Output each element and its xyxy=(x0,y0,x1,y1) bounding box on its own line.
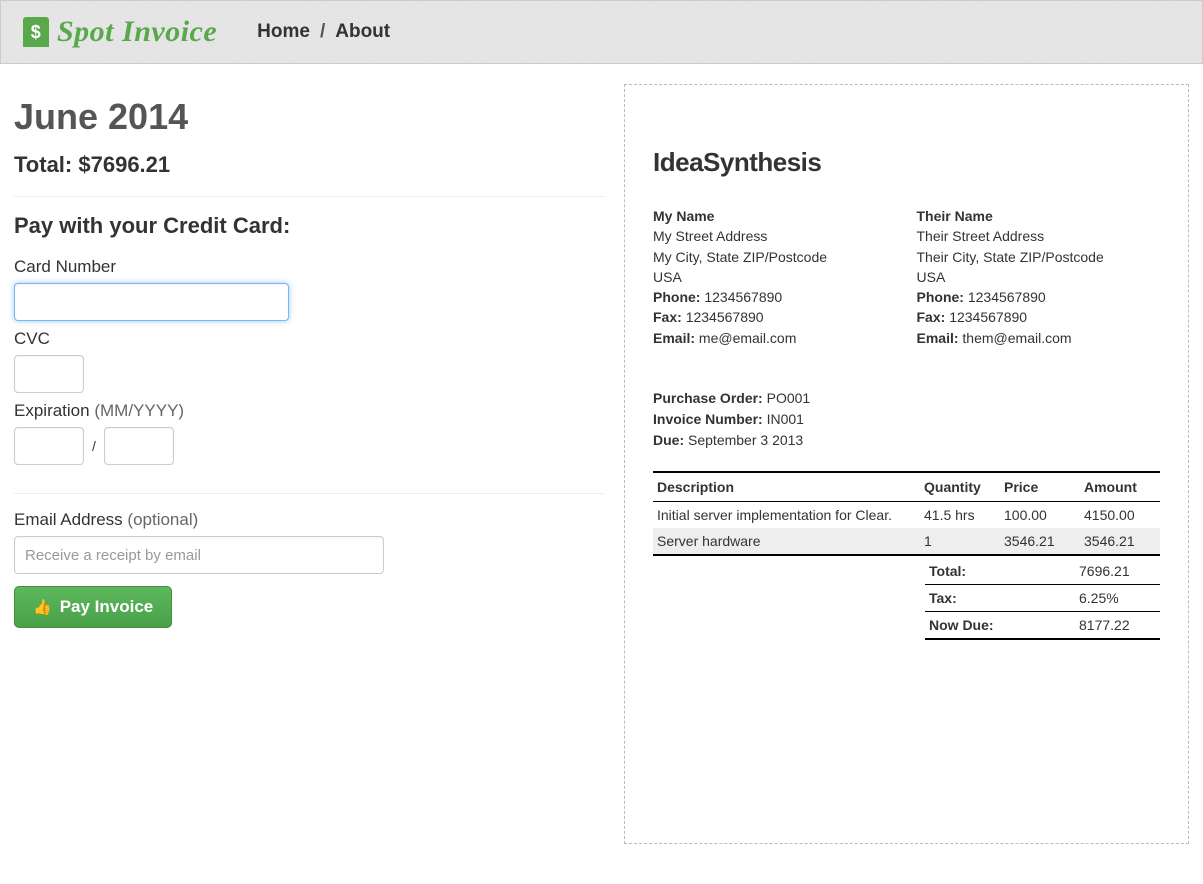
to-phone: 1234567890 xyxy=(968,289,1046,305)
from-fax: 1234567890 xyxy=(686,309,764,325)
invoice-meta: Purchase Order: PO001 Invoice Number: IN… xyxy=(653,388,1160,451)
exp-separator: / xyxy=(92,438,96,454)
line-price: 100.00 xyxy=(1000,502,1080,529)
to-phone-label: Phone: xyxy=(917,289,964,305)
email-hint: (optional) xyxy=(127,510,198,529)
total-label: Total: xyxy=(14,152,72,177)
to-street: Their Street Address xyxy=(917,226,1161,246)
card-number-label: Card Number xyxy=(14,257,604,277)
card-number-input[interactable] xyxy=(14,283,289,321)
company-name: IdeaSynthesis xyxy=(653,147,1160,178)
from-email-label: Email: xyxy=(653,330,695,346)
line-desc: Server hardware xyxy=(653,528,920,555)
thumbs-up-icon: 👍 xyxy=(33,598,52,616)
col-amount: Amount xyxy=(1080,472,1160,502)
primary-nav: Home / About xyxy=(257,21,390,43)
po-label: Purchase Order: xyxy=(653,390,763,406)
exp-year-input[interactable] xyxy=(104,427,174,465)
summary-tax-label: Tax: xyxy=(925,585,1075,612)
nav-home[interactable]: Home xyxy=(257,21,310,43)
total-value: $7696.21 xyxy=(78,152,170,177)
summary-due-label: Now Due: xyxy=(925,612,1075,640)
dollar-tag-icon: $ xyxy=(23,17,49,47)
summary-total-label: Total: xyxy=(925,558,1075,585)
from-name: My Name xyxy=(653,206,897,226)
summary-tax-value: 6.25% xyxy=(1075,585,1160,612)
from-fax-label: Fax: xyxy=(653,309,682,325)
email-label-text: Email Address xyxy=(14,510,123,529)
to-country: USA xyxy=(917,267,1161,287)
to-email: them@email.com xyxy=(962,330,1071,346)
invoice-preview: IdeaSynthesis My Name My Street Address … xyxy=(624,84,1189,844)
nav-separator: / xyxy=(320,21,325,43)
col-quantity: Quantity xyxy=(920,472,1000,502)
line-amount: 3546.21 xyxy=(1080,528,1160,555)
from-country: USA xyxy=(653,267,897,287)
to-email-label: Email: xyxy=(917,330,959,346)
from-phone: 1234567890 xyxy=(704,289,782,305)
col-description: Description xyxy=(653,472,920,502)
brand-name: Spot Invoice xyxy=(57,15,217,49)
from-street: My Street Address xyxy=(653,226,897,246)
due-date-value: September 3 2013 xyxy=(688,432,803,448)
line-qty: 41.5 hrs xyxy=(920,502,1000,529)
line-qty: 1 xyxy=(920,528,1000,555)
expiration-label-text: Expiration xyxy=(14,401,90,420)
invoice-number-label: Invoice Number: xyxy=(653,411,763,427)
table-row: Initial server implementation for Clear.… xyxy=(653,502,1160,529)
divider xyxy=(14,493,604,494)
line-amount: 4150.00 xyxy=(1080,502,1160,529)
to-fax-label: Fax: xyxy=(917,309,946,325)
from-email: me@email.com xyxy=(699,330,796,346)
due-date-label: Due: xyxy=(653,432,684,448)
cvc-input[interactable] xyxy=(14,355,84,393)
col-price: Price xyxy=(1000,472,1080,502)
invoice-total: Total: $7696.21 xyxy=(14,152,604,178)
line-price: 3546.21 xyxy=(1000,528,1080,555)
po-value: PO001 xyxy=(767,390,811,406)
to-address: Their Name Their Street Address Their Ci… xyxy=(917,206,1161,348)
email-label: Email Address (optional) xyxy=(14,510,604,530)
from-address: My Name My Street Address My City, State… xyxy=(653,206,897,348)
invoice-number-value: IN001 xyxy=(767,411,804,427)
expiration-hint: (MM/YYYY) xyxy=(94,401,184,420)
exp-month-input[interactable] xyxy=(14,427,84,465)
line-desc: Initial server implementation for Clear. xyxy=(653,502,920,529)
to-name: Their Name xyxy=(917,206,1161,226)
summary-table: Total: 7696.21 Tax: 6.25% Now Due: 8177.… xyxy=(925,558,1160,640)
from-city: My City, State ZIP/Postcode xyxy=(653,247,897,267)
pay-button-label: Pay Invoice xyxy=(60,597,154,617)
summary-total-value: 7696.21 xyxy=(1075,558,1160,585)
line-items-table: Description Quantity Price Amount Initia… xyxy=(653,471,1160,556)
nav-about[interactable]: About xyxy=(335,21,390,43)
table-row: Server hardware13546.213546.21 xyxy=(653,528,1160,555)
expiration-label: Expiration (MM/YYYY) xyxy=(14,401,604,421)
top-bar: $ Spot Invoice Home / About xyxy=(0,0,1203,64)
to-fax: 1234567890 xyxy=(949,309,1027,325)
cvc-label: CVC xyxy=(14,329,604,349)
payment-heading: Pay with your Credit Card: xyxy=(14,213,604,239)
invoice-period: June 2014 xyxy=(14,96,604,138)
email-input[interactable] xyxy=(14,536,384,574)
from-phone-label: Phone: xyxy=(653,289,700,305)
payment-panel: June 2014 Total: $7696.21 Pay with your … xyxy=(14,84,604,844)
summary-due-value: 8177.22 xyxy=(1075,612,1160,640)
pay-invoice-button[interactable]: 👍 Pay Invoice xyxy=(14,586,172,628)
divider xyxy=(14,196,604,197)
to-city: Their City, State ZIP/Postcode xyxy=(917,247,1161,267)
brand-logo[interactable]: $ Spot Invoice xyxy=(23,15,217,49)
